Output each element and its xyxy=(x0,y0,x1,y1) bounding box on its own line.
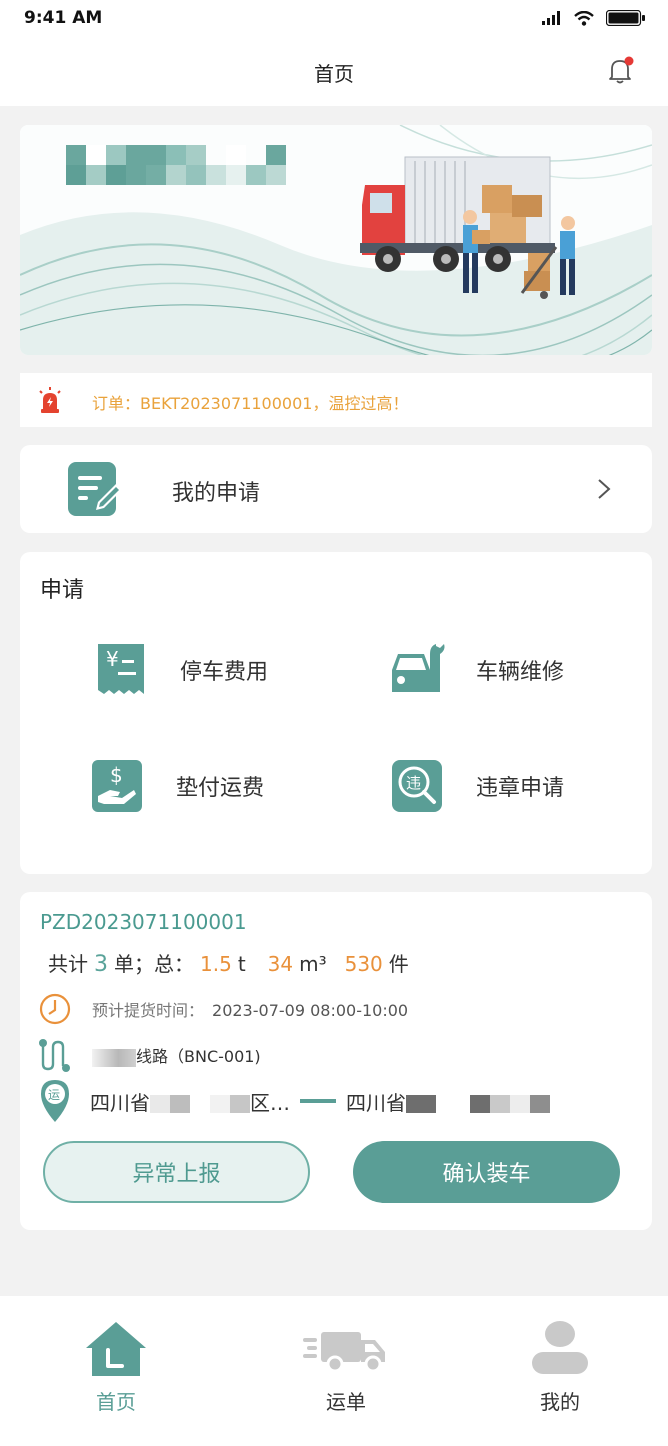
status-icons xyxy=(542,10,646,26)
apply-tile-vehicle-repair[interactable]: 车辆维修 xyxy=(390,642,564,698)
notification-bell-icon[interactable] xyxy=(606,56,634,86)
vehicle-repair-icon xyxy=(392,644,445,692)
advance-freight-icon: $ xyxy=(92,760,142,812)
status-time: 9:41 AM xyxy=(24,8,103,28)
bottom-tab-bar: 首页 运单 我的 xyxy=(0,1296,668,1446)
tab-label: 首页 xyxy=(96,1390,136,1414)
banner-illustration xyxy=(20,125,652,355)
battery-icon xyxy=(606,10,645,26)
order-summary: 共计 3 单；总： 1.5 t 34 m³ 530 件 xyxy=(48,948,409,977)
summary-prefix: 共计 xyxy=(48,952,88,976)
tab-label: 我的 xyxy=(540,1390,580,1414)
weight-unit: t xyxy=(237,952,246,976)
origin-suffix: 区… xyxy=(250,1090,290,1115)
route-row: 线路（BNC-001) xyxy=(38,1038,261,1072)
order-number: PZD2023071100001 xyxy=(40,910,247,934)
total-pieces: 530 xyxy=(344,952,383,976)
pieces-unit: 件 xyxy=(388,952,409,976)
clock-icon xyxy=(39,993,71,1025)
apply-tile-label: 停车费用 xyxy=(180,660,269,685)
tab-home[interactable]: 首页 xyxy=(56,1318,176,1415)
wifi-icon xyxy=(574,10,594,26)
user-icon xyxy=(532,1321,588,1374)
apply-tile-label: 违章申请 xyxy=(476,776,565,801)
tab-label: 运单 xyxy=(326,1390,366,1414)
signal-icon xyxy=(542,11,560,25)
page-title: 首页 xyxy=(314,62,354,86)
parking-fee-icon: ¥ xyxy=(98,644,144,694)
svg-text:违: 违 xyxy=(406,774,421,792)
summary-count-unit: 单；总： xyxy=(114,952,194,976)
pickup-time-row: 预计提货时间： 2023-07-09 08:00-10:00 xyxy=(38,992,408,1026)
volume-unit: m³ xyxy=(299,952,327,976)
apply-tile-label: 车辆维修 xyxy=(476,660,565,685)
total-volume: 34 xyxy=(267,952,294,976)
my-apply-entry[interactable]: 我的申请 xyxy=(20,445,652,533)
location-pin-icon: 运 xyxy=(41,1080,69,1122)
alert-text: 订单：BEKT2023071100001，温控过高！ xyxy=(92,394,409,413)
report-exception-button[interactable]: 异常上报 xyxy=(43,1141,310,1203)
svg-text:¥: ¥ xyxy=(106,647,119,671)
apply-tile-violation[interactable]: 违 违章申请 xyxy=(390,758,564,814)
home-icon xyxy=(86,1322,146,1376)
status-bar: 9:41 AM xyxy=(0,0,668,36)
tab-waybill[interactable]: 运单 xyxy=(286,1318,406,1415)
tab-mine[interactable]: 我的 xyxy=(500,1318,620,1415)
apply-section-title: 申请 xyxy=(40,578,85,603)
route-icon xyxy=(39,1039,70,1072)
confirm-loading-button[interactable]: 确认装车 xyxy=(353,1141,620,1203)
origin-destination-row: 运 四川省 区… 四川省 xyxy=(38,1078,550,1124)
pickup-label: 预计提货时间： xyxy=(92,1001,205,1020)
apply-tile-parking-fee[interactable]: ¥ 停车费用 xyxy=(94,642,268,698)
route-dash xyxy=(300,1099,336,1103)
route-suffix: 线路（BNC-001) xyxy=(136,1047,261,1066)
pickup-time: 2023-07-09 08:00-10:00 xyxy=(212,1001,409,1020)
truck-icon xyxy=(303,1332,385,1373)
alert-bar[interactable]: 订单：BEKT2023071100001，温控过高！ xyxy=(20,373,652,427)
origin-prefix: 四川省 xyxy=(90,1090,150,1115)
chevron-right-icon xyxy=(598,479,611,499)
order-card[interactable]: PZD2023071100001 共计 3 单；总： 1.5 t 34 m³ 5… xyxy=(20,892,652,1230)
order-count: 3 xyxy=(94,952,108,977)
total-weight: 1.5 xyxy=(200,952,232,976)
violation-icon: 违 xyxy=(392,760,442,812)
svg-text:$: $ xyxy=(110,763,123,787)
svg-text:运: 运 xyxy=(48,1088,60,1102)
apply-tile-advance-freight[interactable]: $ 垫付运费 xyxy=(90,758,264,814)
masked-route-name xyxy=(92,1048,136,1067)
apply-section: 申请 ¥ 停车费用 车辆维修 $ 垫付运费 违 违章申请 xyxy=(20,552,652,874)
my-apply-label: 我的申请 xyxy=(172,481,261,506)
alarm-icon xyxy=(39,387,61,413)
nav-bar: 首页 xyxy=(0,36,668,106)
edit-document-icon xyxy=(68,462,122,516)
dest-prefix: 四川省 xyxy=(346,1090,406,1115)
apply-tile-label: 垫付运费 xyxy=(176,776,265,801)
promo-banner[interactable] xyxy=(20,125,652,355)
